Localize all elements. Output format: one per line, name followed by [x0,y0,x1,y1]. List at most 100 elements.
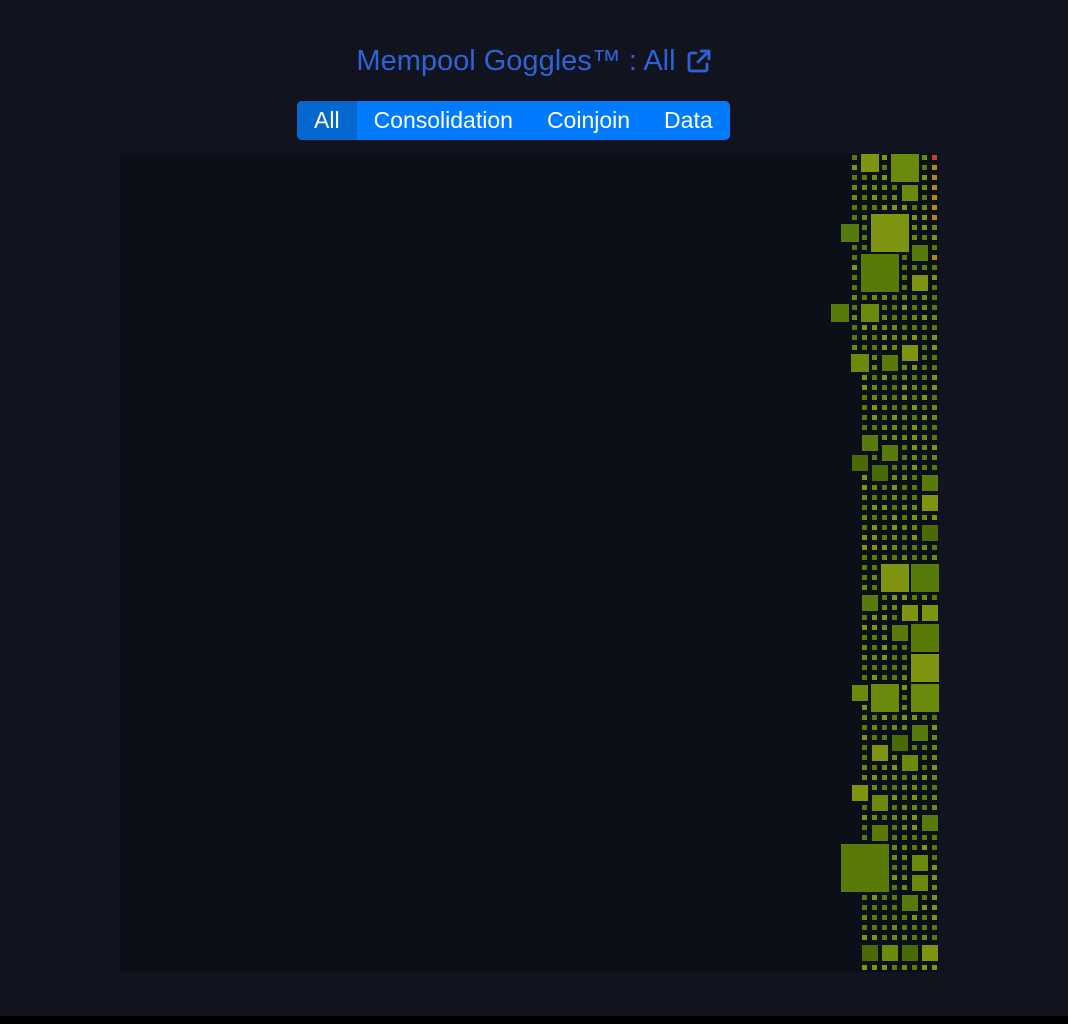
transaction-block[interactable] [902,265,907,270]
transaction-block[interactable] [862,775,867,780]
transaction-block[interactable] [892,425,897,430]
transaction-block[interactable] [882,335,887,340]
transaction-block[interactable] [902,805,907,810]
transaction-block[interactable] [932,255,937,260]
transaction-block[interactable] [882,545,887,550]
transaction-block[interactable] [902,885,907,890]
transaction-block[interactable] [922,605,938,621]
transaction-block[interactable] [862,745,867,750]
transaction-block[interactable] [872,715,877,720]
transaction-block[interactable] [912,825,917,830]
transaction-block[interactable] [892,795,897,800]
transaction-block[interactable] [882,515,887,520]
transaction-block[interactable] [862,405,867,410]
transaction-block[interactable] [862,215,867,220]
transaction-block[interactable] [872,905,877,910]
transaction-block[interactable] [882,415,887,420]
transaction-block[interactable] [872,395,877,400]
transaction-block[interactable] [932,715,937,720]
transaction-block[interactable] [872,295,877,300]
transaction-block[interactable] [932,935,937,940]
transaction-block[interactable] [862,505,867,510]
filter-data-button[interactable]: Data [647,101,730,140]
transaction-block[interactable] [922,935,927,940]
transaction-block[interactable] [892,785,897,790]
transaction-block[interactable] [912,305,917,310]
transaction-block[interactable] [922,515,927,520]
transaction-block[interactable] [862,575,867,580]
transaction-block[interactable] [902,965,907,970]
transaction-block[interactable] [872,385,877,390]
transaction-block[interactable] [882,405,887,410]
transaction-block[interactable] [922,435,927,440]
transaction-block[interactable] [902,785,907,790]
transaction-block[interactable] [852,455,868,471]
transaction-block[interactable] [912,555,917,560]
transaction-block[interactable] [932,725,937,730]
transaction-block[interactable] [932,775,937,780]
transaction-block[interactable] [932,875,937,880]
transaction-block[interactable] [902,845,907,850]
transaction-block[interactable] [862,965,867,970]
transaction-block[interactable] [912,965,917,970]
transaction-block[interactable] [852,285,857,290]
transaction-block[interactable] [882,945,898,961]
transaction-block[interactable] [872,415,877,420]
transaction-block[interactable] [892,295,897,300]
transaction-block[interactable] [902,915,907,920]
transaction-block[interactable] [912,225,917,230]
transaction-block[interactable] [922,185,927,190]
transaction-block[interactable] [862,565,867,570]
transaction-block[interactable] [872,455,877,460]
transaction-block[interactable] [932,785,937,790]
transaction-block[interactable] [922,965,927,970]
transaction-block[interactable] [872,425,877,430]
transaction-block[interactable] [912,415,917,420]
transaction-block[interactable] [862,915,867,920]
transaction-block[interactable] [902,345,918,361]
transaction-block[interactable] [922,905,927,910]
transaction-block[interactable] [932,355,937,360]
transaction-block[interactable] [882,915,887,920]
transaction-block[interactable] [922,755,927,760]
transaction-block[interactable] [922,315,927,320]
transaction-block[interactable] [932,925,937,930]
transaction-block[interactable] [922,425,927,430]
transaction-block[interactable] [872,555,877,560]
transaction-block[interactable] [892,405,897,410]
transaction-block[interactable] [872,185,877,190]
transaction-block[interactable] [862,655,867,660]
transaction-block[interactable] [902,555,907,560]
transaction-block[interactable] [862,325,867,330]
transaction-block[interactable] [922,765,927,770]
transaction-block[interactable] [831,304,849,322]
transaction-block[interactable] [892,875,897,880]
transaction-block[interactable] [852,275,857,280]
transaction-block[interactable] [911,654,939,682]
transaction-block[interactable] [902,705,907,710]
transaction-block[interactable] [872,775,877,780]
transaction-block[interactable] [922,155,927,160]
transaction-block[interactable] [862,905,867,910]
transaction-block[interactable] [892,805,897,810]
transaction-block[interactable] [892,545,897,550]
transaction-block[interactable] [882,785,887,790]
transaction-block[interactable] [932,765,937,770]
transaction-block[interactable] [902,515,907,520]
transaction-block[interactable] [862,765,867,770]
transaction-block[interactable] [902,945,918,961]
transaction-block[interactable] [892,865,897,870]
transaction-block[interactable] [932,185,937,190]
transaction-block[interactable] [892,905,897,910]
transaction-block[interactable] [902,295,907,300]
transaction-block[interactable] [862,925,867,930]
transaction-block[interactable] [922,175,927,180]
transaction-block[interactable] [872,785,877,790]
transaction-block[interactable] [922,815,938,831]
transaction-block[interactable] [882,305,887,310]
transaction-block[interactable] [862,755,867,760]
transaction-block[interactable] [912,505,917,510]
transaction-block[interactable] [872,495,877,500]
transaction-block[interactable] [912,845,917,850]
transaction-block[interactable] [882,555,887,560]
